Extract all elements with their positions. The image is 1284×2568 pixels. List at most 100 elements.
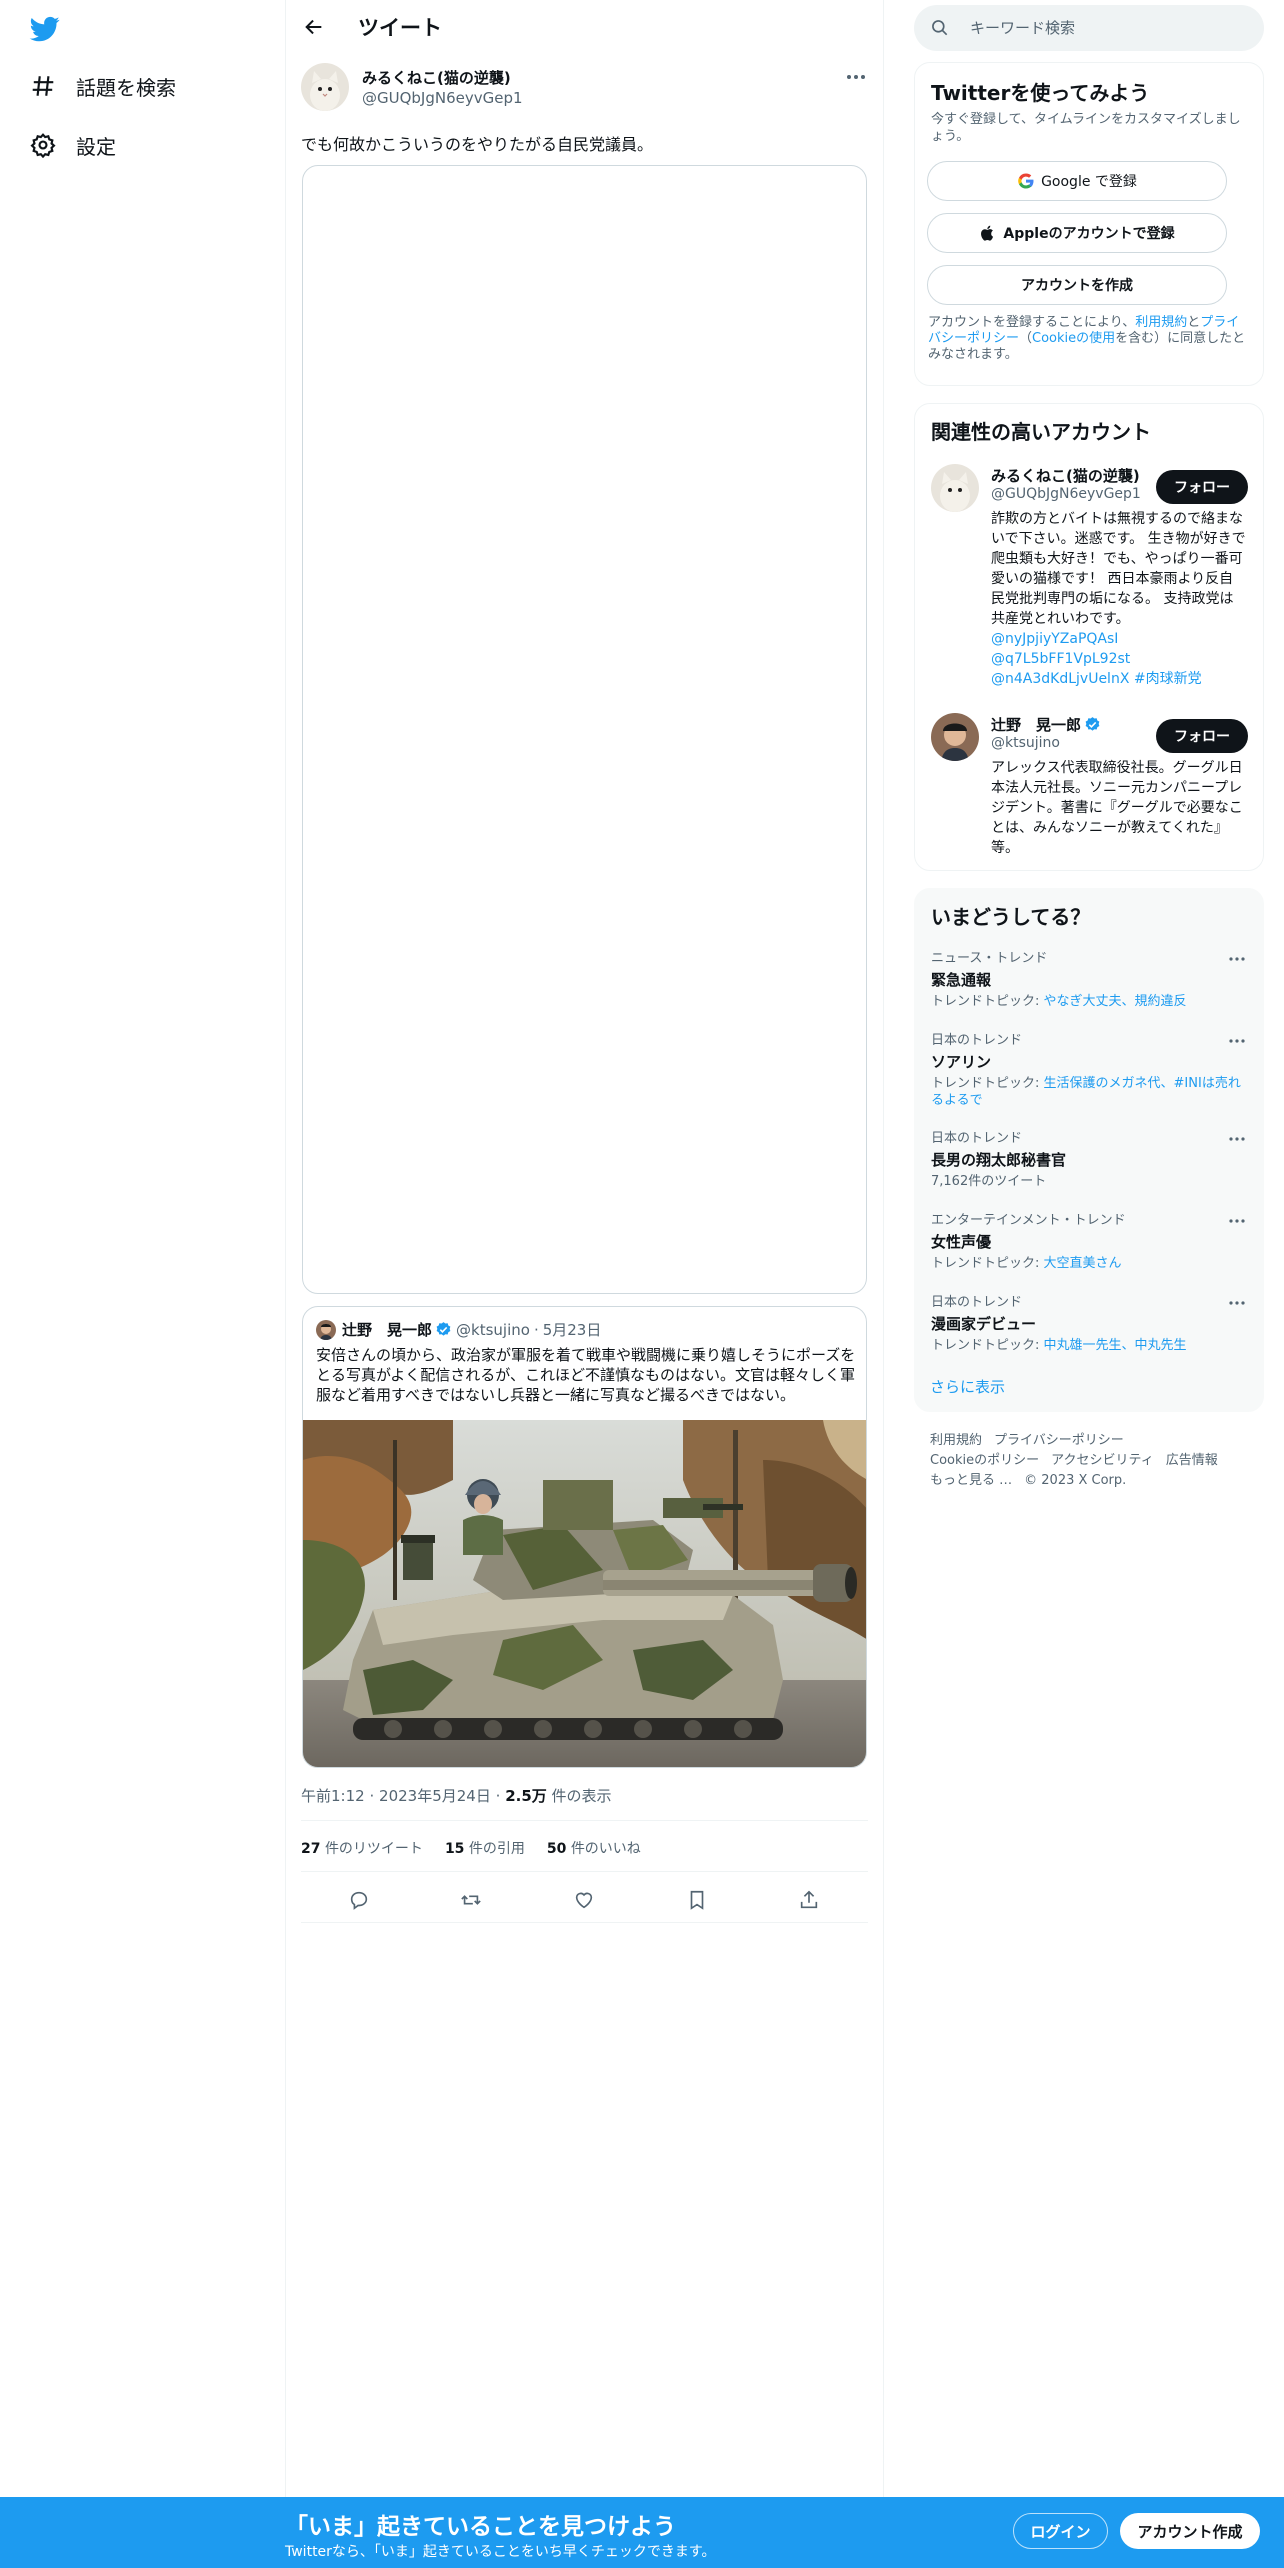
avatar[interactable] xyxy=(301,63,349,111)
account-handle[interactable]: @GUQbJgN6eyvGep1 xyxy=(991,486,1141,502)
retweet-icon[interactable] xyxy=(459,1888,483,1912)
quote-tweet[interactable]: 辻野 晃一郎 @ktsujino · 5月23日 安倍さんの頃から、政治家が軍服… xyxy=(302,1306,867,1768)
account-name[interactable]: みるくねこ(猫の逆襲) xyxy=(991,465,1140,486)
nav-settings[interactable]: 設定 xyxy=(28,125,116,165)
trend-topic-links[interactable]: 中丸雄一先生、中丸先生 xyxy=(1044,1338,1187,1353)
follow-button[interactable]: フォロー xyxy=(1156,470,1248,504)
more-icon[interactable] xyxy=(1225,1031,1249,1051)
search-icon xyxy=(932,20,948,36)
signup-panel: Twitterを使ってみよう 今すぐ登録して、タイムラインをカスタマイズしましょ… xyxy=(914,62,1264,386)
account-name[interactable]: 辻野 晃一郎 xyxy=(991,714,1101,735)
author-handle[interactable]: @GUQbJgN6eyvGep1 xyxy=(362,89,523,107)
like-stat[interactable]: 50 件のいいね xyxy=(547,1838,641,1858)
trend-item[interactable]: ニュース・トレンド 緊急通報 トレンドトピック: やなぎ大丈夫、規約違反 xyxy=(931,947,1249,1010)
share-icon[interactable] xyxy=(797,1888,821,1912)
more-icon[interactable] xyxy=(1225,1293,1249,1313)
quote-avatar xyxy=(316,1319,336,1340)
related-accounts-panel: 関連性の高いアカウント みるくねこ(猫の逆襲) @GUQbJgN6eyvGep1… xyxy=(914,403,1264,871)
account-handle[interactable]: @ktsujino xyxy=(991,735,1060,751)
apple-icon xyxy=(981,225,994,241)
terms-text: アカウントを登録することにより、 xyxy=(928,315,1136,330)
retweet-label: 件のリツイート xyxy=(324,1841,423,1857)
apple-signup-button[interactable]: Appleのアカウントで登録 xyxy=(927,213,1227,253)
footer-link[interactable]: 利用規約 xyxy=(930,1433,982,1448)
trend-title: ソアリン xyxy=(931,1053,992,1071)
nav-explore[interactable]: 話題を検索 xyxy=(28,66,176,106)
footer-link[interactable]: もっと見る … xyxy=(930,1473,1012,1488)
quote-author-name: 辻野 晃一郎 xyxy=(342,1321,433,1339)
search-box[interactable] xyxy=(914,5,1264,51)
create-account-button[interactable]: アカウントを作成 xyxy=(927,265,1227,305)
signup-title: Twitterを使ってみよう xyxy=(931,81,1150,105)
meta-separator: · xyxy=(369,1787,375,1805)
meta-separator: · xyxy=(495,1787,501,1805)
terms-and: と xyxy=(1187,315,1201,330)
more-icon[interactable] xyxy=(1225,949,1249,969)
twitter-bird-icon[interactable] xyxy=(28,14,62,44)
tweet-media[interactable] xyxy=(302,165,867,1294)
like-icon[interactable] xyxy=(572,1888,596,1912)
divider-right xyxy=(883,0,884,2568)
like-label: 件のいいね xyxy=(570,1841,641,1857)
more-icon[interactable] xyxy=(845,66,867,88)
verified-badge-icon xyxy=(435,1321,452,1338)
follow-button[interactable]: フォロー xyxy=(1156,719,1248,753)
trend-topic-links[interactable]: やなぎ大丈夫、規約違反 xyxy=(1044,994,1187,1009)
hashtag-icon xyxy=(28,71,58,101)
reply-icon[interactable] xyxy=(347,1888,371,1912)
retweet-stat[interactable]: 27 件のリツイート xyxy=(301,1838,423,1858)
trend-item[interactable]: 日本のトレンド 漫画家デビュー トレンドトピック: 中丸雄一先生、中丸先生 xyxy=(931,1291,1249,1354)
footer-link[interactable]: プライバシーポリシー xyxy=(994,1433,1124,1448)
quote-count: 15 xyxy=(444,1841,465,1857)
trend-topic-prefix: トレンドトピック: xyxy=(931,1076,1040,1091)
trend-topic-prefix: トレンドトピック: xyxy=(931,1338,1040,1353)
avatar[interactable] xyxy=(931,713,979,761)
author-name[interactable]: みるくねこ(猫の逆襲) xyxy=(362,67,511,88)
footer-link[interactable]: Cookieのポリシー xyxy=(930,1453,1039,1468)
google-signup-label: Google で登録 xyxy=(1041,174,1137,190)
tweet-time[interactable]: 午前1:12 xyxy=(301,1787,365,1805)
tweet-date[interactable]: 2023年5月24日 xyxy=(379,1787,491,1805)
signup-button[interactable]: アカウント作成 xyxy=(1120,2513,1260,2549)
footer-link[interactable]: アクセシビリティ xyxy=(1051,1453,1154,1468)
trend-item[interactable]: 日本のトレンド 長男の翔太郎秘書官 7,162件のツイート xyxy=(931,1127,1249,1190)
cookie-link[interactable]: Cookieの使用 xyxy=(1032,331,1115,346)
arrow-left-icon[interactable] xyxy=(300,13,328,41)
trend-topic-links[interactable]: 大空直美さん xyxy=(1044,1256,1122,1271)
terms-paren: （ xyxy=(1019,331,1033,346)
trend-category: 日本のトレンド xyxy=(931,1131,1023,1146)
account-bio: アレックス代表取締役社長。グーグル日本法人元社長。ソニー元カンパニープレジデント… xyxy=(991,760,1243,856)
trend-item[interactable]: 日本のトレンド ソアリン トレンドトピック: 生活保護のメガネ代、#INIは売れ… xyxy=(931,1029,1249,1109)
footer-link[interactable]: 広告情報 xyxy=(1166,1453,1218,1468)
quote-stat[interactable]: 15 件の引用 xyxy=(445,1838,525,1858)
trend-category: エンターテインメント・トレンド xyxy=(931,1213,1126,1228)
trend-topic-prefix: トレンドトピック: xyxy=(931,994,1040,1009)
trend-title: 女性声優 xyxy=(931,1233,992,1251)
bio-link[interactable]: @nyJpjiyYZaPQAsI xyxy=(991,629,1246,649)
quote-image-tank[interactable] xyxy=(303,1420,866,1767)
more-icon[interactable] xyxy=(1225,1211,1249,1231)
trend-topics: トレンドトピック: やなぎ大丈夫、規約違反 xyxy=(931,993,1249,1010)
view-count: 2.5万 xyxy=(505,1787,547,1805)
signup-subtitle: 今すぐ登録して、タイムラインをカスタマイズしましょう。 xyxy=(931,112,1241,144)
trend-title: 長男の翔太郎秘書官 xyxy=(931,1151,1067,1169)
more-icon[interactable] xyxy=(1225,1129,1249,1149)
trend-item[interactable]: エンターテインメント・トレンド 女性声優 トレンドトピック: 大空直美さん xyxy=(931,1209,1249,1272)
google-signup-button[interactable]: Google で登録 xyxy=(927,161,1227,201)
terms-link[interactable]: 利用規約 xyxy=(1135,315,1187,330)
like-count: 50 xyxy=(546,1841,567,1857)
quote-header: 辻野 晃一郎 @ktsujino · 5月23日 xyxy=(316,1319,601,1340)
bookmark-icon[interactable] xyxy=(685,1888,709,1912)
avatar[interactable] xyxy=(931,464,979,512)
bio-link[interactable]: @q7L5bFF1VpL92st xyxy=(991,649,1246,669)
tweet-actions xyxy=(301,1880,868,1920)
related-title: 関連性の高いアカウント xyxy=(931,420,1151,444)
account-bio: 詐欺の方とバイトは無視するので絡まないで下さい。迷惑です。 生き物が好きで爬虫類… xyxy=(991,509,1246,689)
main-column: ツイート みるくねこ(猫の逆襲) @GUQbJgN6eyvGep1 でも何故かこ… xyxy=(286,0,883,2568)
trend-title: 緊急通報 xyxy=(931,971,992,989)
bio-link[interactable]: @n4A3dKdLjvUelnX #肉球新党 xyxy=(991,669,1246,689)
search-input[interactable] xyxy=(970,5,1250,51)
login-prompt-bar: 「いま」起きていることを見つけよう Twitterなら、「いま」起きていることを… xyxy=(0,2497,1284,2568)
show-more-link[interactable]: さらに表示 xyxy=(930,1376,1005,1397)
login-button[interactable]: ログイン xyxy=(1013,2513,1108,2549)
